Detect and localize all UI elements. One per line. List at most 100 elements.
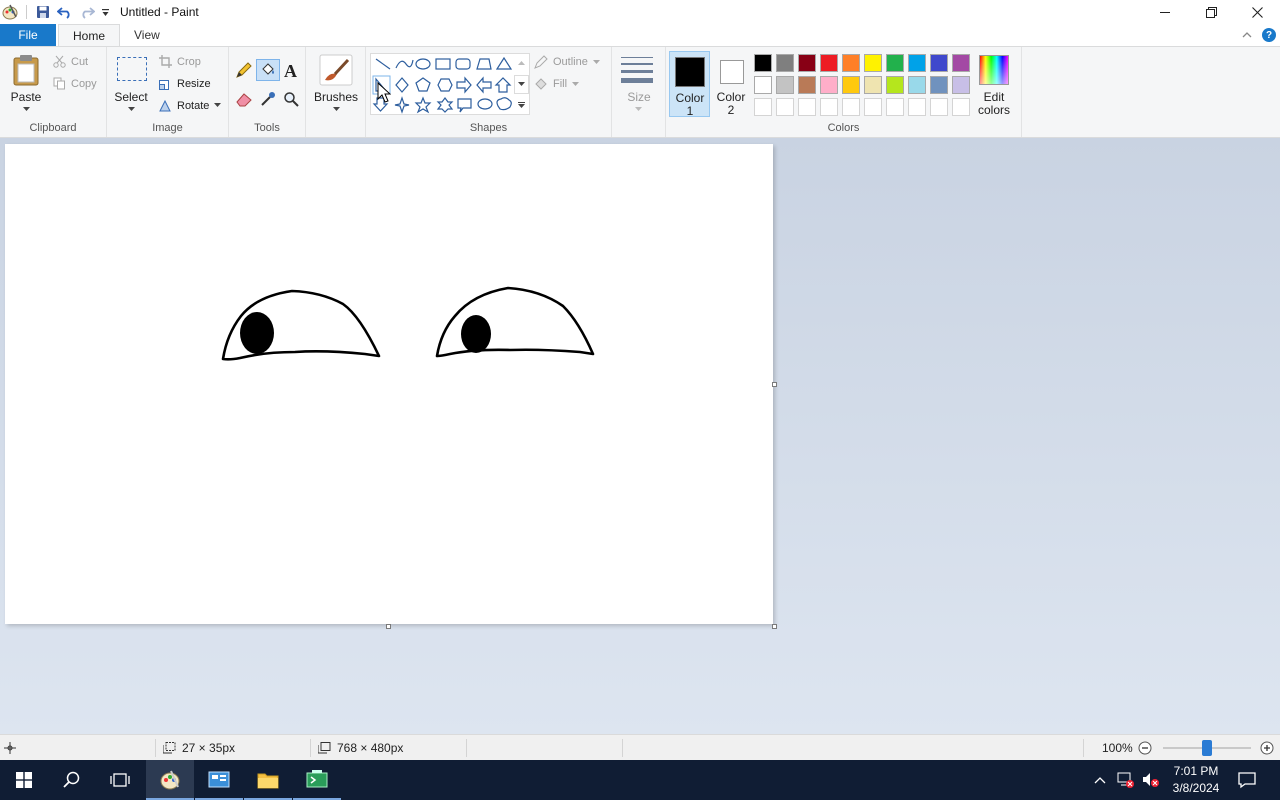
palette-swatch[interactable]	[776, 54, 794, 72]
size-button[interactable]: Size	[618, 51, 660, 115]
tab-file[interactable]: File	[0, 24, 56, 46]
tab-home[interactable]: Home	[58, 24, 121, 46]
custom-color-slot[interactable]	[930, 98, 948, 116]
palette-swatch[interactable]	[798, 54, 816, 72]
drawing-canvas[interactable]	[5, 144, 773, 624]
pentagon-shape-icon	[415, 77, 431, 92]
crop-button[interactable]: Crop	[159, 55, 201, 68]
canvas-resize-handle-right[interactable]	[772, 382, 777, 387]
palette-swatch[interactable]	[754, 76, 772, 94]
magnifier-icon[interactable]	[283, 91, 299, 110]
palette-swatch[interactable]	[864, 76, 882, 94]
palette-swatch[interactable]	[754, 54, 772, 72]
search-button[interactable]	[48, 760, 96, 800]
palette-swatch[interactable]	[776, 76, 794, 94]
window-title: Untitled - Paint	[120, 5, 199, 19]
cut-button[interactable]: Cut	[53, 55, 88, 68]
paint-app-icon[interactable]	[0, 0, 20, 24]
right-arrow-shape-icon	[456, 76, 472, 94]
close-button[interactable]	[1234, 0, 1280, 24]
triangle-shape-icon	[495, 56, 513, 70]
text-tool-icon[interactable]: A	[284, 61, 297, 82]
custom-color-slot[interactable]	[820, 98, 838, 116]
palette-swatch[interactable]	[842, 54, 860, 72]
line-size-icon	[621, 57, 653, 83]
minimize-button[interactable]	[1142, 0, 1188, 24]
custom-color-slot[interactable]	[952, 98, 970, 116]
tab-view[interactable]: View	[120, 24, 174, 46]
custom-color-slot[interactable]	[908, 98, 926, 116]
palette-swatch[interactable]	[864, 54, 882, 72]
brushes-button[interactable]: Brushes	[311, 51, 361, 115]
edit-colors-line2: colors	[977, 103, 1010, 117]
palette-swatch[interactable]	[908, 76, 926, 94]
paste-label: Paste	[10, 90, 42, 104]
eraser-icon[interactable]	[235, 91, 253, 110]
network-status[interactable]	[1116, 771, 1136, 792]
shapes-gallery-expand[interactable]	[514, 96, 529, 115]
edit-colors-button[interactable]: Edit colors	[976, 51, 1012, 117]
shapes-scroll-down[interactable]	[514, 75, 529, 94]
custom-color-slot[interactable]	[886, 98, 904, 116]
copy-button[interactable]: Copy	[53, 77, 97, 90]
notification-icon	[1238, 772, 1256, 789]
pencil-icon[interactable]	[235, 61, 253, 82]
show-hidden-icons-button[interactable]	[1094, 773, 1106, 787]
custom-color-slot[interactable]	[842, 98, 860, 116]
resize-button[interactable]: Resize	[159, 77, 211, 90]
custom-color-slot[interactable]	[864, 98, 882, 116]
palette-swatch[interactable]	[930, 76, 948, 94]
custom-color-slot[interactable]	[776, 98, 794, 116]
palette-swatch[interactable]	[842, 76, 860, 94]
brush-icon	[319, 54, 353, 86]
outline-button[interactable]: Outline	[534, 55, 600, 69]
redo-icon[interactable]	[76, 0, 98, 24]
right-eye-outline	[435, 286, 595, 358]
color-picker-icon[interactable]	[260, 91, 276, 110]
system-clock[interactable]: 7:01 PM 3/8/2024	[1162, 763, 1230, 797]
collapse-ribbon-icon[interactable]	[1242, 28, 1252, 42]
select-button[interactable]: Select	[113, 51, 149, 115]
help-icon[interactable]: ?	[1262, 28, 1276, 42]
custom-color-slot[interactable]	[798, 98, 816, 116]
palette-swatch[interactable]	[798, 76, 816, 94]
oval-callout-shape-icon	[477, 98, 493, 110]
canvas-resize-handle-bottom[interactable]	[386, 624, 391, 629]
restore-button[interactable]	[1188, 0, 1234, 24]
rounded-callout-shape-icon	[457, 98, 472, 113]
palette-swatch[interactable]	[820, 54, 838, 72]
save-icon[interactable]	[32, 0, 54, 24]
fill-bucket-icon[interactable]	[256, 59, 280, 81]
task-view-button[interactable]	[96, 760, 144, 800]
zoom-in-button[interactable]	[1260, 735, 1274, 761]
speaker-muted-icon	[1143, 773, 1159, 787]
volume-status[interactable]	[1141, 771, 1161, 792]
action-center-button[interactable]	[1237, 771, 1257, 792]
palette-swatch[interactable]	[886, 54, 904, 72]
palette-swatch[interactable]	[886, 76, 904, 94]
chevron-down-icon	[635, 107, 642, 111]
palette-swatch[interactable]	[908, 54, 926, 72]
workspace	[0, 82, 1280, 734]
palette-swatch[interactable]	[952, 54, 970, 72]
undo-icon[interactable]	[54, 0, 76, 24]
start-button[interactable]	[0, 760, 48, 800]
shapes-scroll-up[interactable]	[514, 54, 529, 73]
palette-swatch[interactable]	[952, 76, 970, 94]
taskbar-paint[interactable]	[146, 760, 194, 800]
palette-swatch[interactable]	[820, 76, 838, 94]
zoom-out-button[interactable]	[1138, 735, 1152, 761]
paste-button[interactable]: Paste	[6, 51, 46, 115]
rotate-button[interactable]: Rotate	[159, 99, 222, 112]
taskbar-app-4[interactable]	[293, 760, 341, 800]
customize-quick-access-icon[interactable]	[98, 0, 112, 24]
ribbon: Paste Cut Copy Clipboard Select Crop Res…	[0, 46, 1280, 138]
canvas-resize-handle-corner[interactable]	[772, 624, 777, 629]
zoom-slider-thumb[interactable]	[1202, 740, 1212, 756]
taskbar-app-2[interactable]	[195, 760, 243, 800]
palette-swatch[interactable]	[930, 54, 948, 72]
taskbar-file-explorer[interactable]	[244, 760, 292, 800]
fill-button[interactable]: Fill	[534, 77, 580, 91]
custom-color-slot[interactable]	[754, 98, 772, 116]
canvas-drawing	[221, 286, 595, 361]
